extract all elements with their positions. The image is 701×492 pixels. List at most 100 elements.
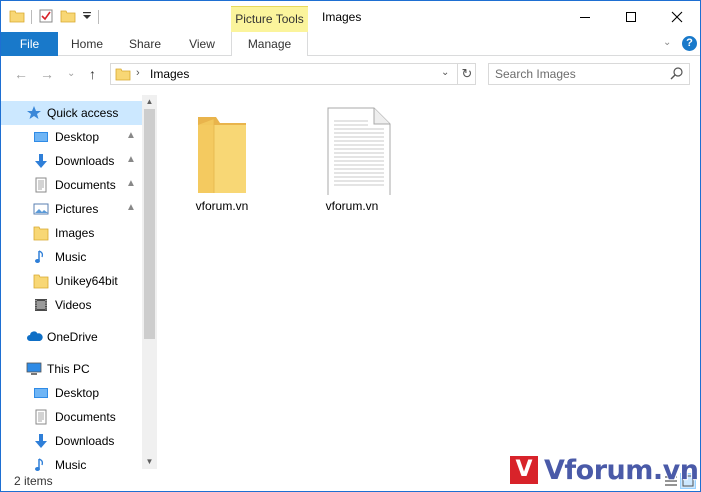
documents-icon	[33, 409, 49, 425]
sidebar-item-desktop[interactable]: Desktop ▲	[1, 125, 142, 149]
sidebar-item-label: Music	[55, 250, 87, 264]
music-note-icon	[33, 457, 49, 471]
file-item-folder[interactable]: vforum.vn	[180, 103, 264, 215]
sidebar-item-quick-access[interactable]: Quick access	[1, 101, 142, 125]
expand-ribbon-icon[interactable]: ⌄	[663, 37, 671, 48]
back-arrow-icon[interactable]: ←	[14, 66, 28, 82]
address-bar[interactable]: › Images ⌄ ↻	[110, 63, 476, 85]
close-button[interactable]	[654, 1, 700, 32]
breadcrumb-separator-icon[interactable]: ›	[136, 67, 140, 79]
sidebar-item-label: Videos	[55, 298, 92, 312]
toolbar-divider	[98, 10, 99, 24]
file-name: vforum.vn	[195, 199, 249, 213]
scrollbar-thumb[interactable]	[144, 109, 155, 339]
sidebar-item-videos[interactable]: Videos	[1, 293, 142, 317]
sidebar-item-label: Desktop	[55, 386, 100, 400]
cloud-icon	[26, 329, 43, 345]
videos-icon	[33, 297, 49, 313]
minimize-button[interactable]	[562, 1, 608, 32]
toolbar-divider	[31, 10, 32, 24]
sidebar-item-label: Desktop	[55, 130, 100, 144]
sidebar-item-pc-documents[interactable]: Documents	[1, 405, 142, 429]
item-count: 2 items	[14, 474, 53, 488]
download-arrow-icon	[33, 153, 49, 169]
pin-icon[interactable]: ▲	[126, 130, 136, 141]
tab-view[interactable]: View	[181, 32, 223, 56]
computer-icon	[26, 361, 42, 377]
minimize-icon	[580, 16, 590, 18]
sidebar-item-music[interactable]: Music	[1, 245, 142, 269]
pin-icon[interactable]: ▲	[126, 154, 136, 165]
navigation-pane: Quick access Desktop ▲ Downloads ▲ Docum…	[1, 95, 142, 471]
title-bar: Picture Tools Images	[1, 1, 700, 32]
sidebar-item-label: Music	[55, 458, 87, 471]
sidebar-scrollbar[interactable]: ▲ ▼	[142, 95, 157, 469]
search-input[interactable]	[495, 66, 665, 82]
file-name: vforum.vn	[325, 199, 379, 213]
picture-tools-context-header: Picture Tools	[231, 6, 308, 32]
sidebar-item-label: Downloads	[55, 434, 115, 448]
context-tab-label: Picture Tools	[235, 12, 304, 26]
folder-icon	[33, 225, 49, 241]
sidebar-item-label: OneDrive	[47, 330, 98, 344]
properties-icon[interactable]	[38, 8, 54, 27]
sidebar-item-label: Unikey64bit	[55, 274, 118, 288]
close-icon	[671, 11, 683, 22]
scroll-down-icon[interactable]: ▼	[142, 455, 157, 469]
pictures-icon	[33, 201, 49, 217]
search-icon	[669, 66, 685, 85]
large-document-icon	[327, 107, 391, 198]
sidebar-item-label: Pictures	[55, 202, 99, 216]
folder-icon	[115, 67, 131, 84]
music-note-icon	[33, 249, 49, 265]
breadcrumb-images[interactable]: Images	[150, 67, 189, 81]
logo-letter: V	[515, 457, 533, 482]
desktop-icon	[33, 129, 49, 145]
sidebar-item-this-pc[interactable]: This PC	[1, 357, 142, 381]
sidebar-item-unikey64bit[interactable]: Unikey64bit	[1, 269, 142, 293]
file-item-document[interactable]: vforum.vn	[310, 103, 394, 215]
sidebar-item-label: This PC	[47, 362, 90, 376]
star-icon	[26, 105, 42, 121]
scroll-up-icon[interactable]: ▲	[142, 95, 157, 109]
forward-arrow-icon[interactable]: →	[40, 66, 54, 82]
new-folder-icon[interactable]	[60, 8, 76, 27]
quick-access-toolbar	[9, 7, 99, 27]
window-title: Images	[322, 10, 362, 24]
recent-locations-chevron-icon[interactable]: ⌄	[67, 68, 75, 79]
desktop-icon	[33, 385, 49, 401]
sidebar-item-label: Downloads	[55, 154, 115, 168]
sidebar-item-pc-desktop[interactable]: Desktop	[1, 381, 142, 405]
vforum-logo: V	[510, 456, 538, 484]
search-box[interactable]	[488, 63, 690, 85]
help-icon[interactable]: ?	[682, 36, 697, 51]
explorer-window: Picture Tools Images File Home Share Vie…	[0, 0, 701, 492]
sidebar-item-pc-music[interactable]: Music	[1, 453, 142, 471]
maximize-icon	[626, 11, 636, 22]
sidebar-item-label: Images	[55, 226, 95, 240]
tab-home[interactable]: Home	[63, 32, 111, 56]
address-dropdown-icon[interactable]: ⌄	[441, 67, 449, 78]
refresh-icon[interactable]: ↻	[457, 64, 476, 84]
folder-icon[interactable]	[9, 8, 25, 27]
sidebar-item-documents[interactable]: Documents ▲	[1, 173, 142, 197]
up-arrow-icon[interactable]: ↑	[89, 66, 96, 82]
maximize-button[interactable]	[608, 1, 654, 32]
pin-icon[interactable]: ▲	[126, 178, 136, 189]
sidebar-item-pc-downloads[interactable]: Downloads	[1, 429, 142, 453]
ribbon-tabs: File Home Share View Manage	[1, 32, 700, 56]
tab-file[interactable]: File	[1, 32, 58, 56]
vforum-watermark: V Vforum.vn	[510, 453, 699, 487]
tab-share[interactable]: Share	[123, 32, 167, 56]
tab-manage[interactable]: Manage	[231, 32, 308, 56]
pin-icon[interactable]: ▲	[126, 202, 136, 213]
watermark-text: Vforum.vn	[544, 454, 699, 486]
sidebar-item-onedrive[interactable]: OneDrive	[1, 325, 142, 349]
customize-toolbar-icon[interactable]	[82, 8, 92, 27]
file-list: vforum.vn vforum.vn	[158, 95, 700, 471]
sidebar-item-label: Quick access	[47, 106, 119, 120]
sidebar-item-pictures[interactable]: Pictures ▲	[1, 197, 142, 221]
download-arrow-icon	[33, 433, 49, 449]
sidebar-item-images[interactable]: Images	[1, 221, 142, 245]
sidebar-item-downloads[interactable]: Downloads ▲	[1, 149, 142, 173]
